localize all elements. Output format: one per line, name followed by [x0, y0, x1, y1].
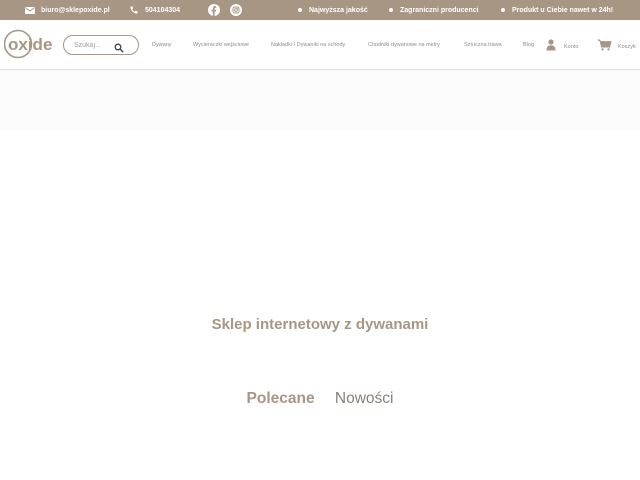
feature-quality: Najwyższa jakość [298, 0, 368, 20]
oxide-logo[interactable]: oxide [3, 27, 62, 63]
tab-nowosci[interactable]: Nowości [335, 390, 394, 408]
account-label: Konto [564, 44, 579, 50]
cart-icon [597, 38, 612, 56]
main-header: oxide Dywany Wycieraczki wejściowe Nakła… [0, 20, 640, 70]
nav-item-wycieraczki[interactable]: Wycieraczki wejściowe [193, 20, 249, 70]
product-tabs: Polecane Nowości [0, 390, 640, 408]
bullet-icon [501, 8, 505, 12]
instagram-icon[interactable] [229, 3, 243, 17]
email-text: biuro@sklepoxide.pl [41, 6, 110, 14]
user-icon [546, 38, 556, 56]
search-icon[interactable] [114, 40, 124, 53]
feature-delivery: Produkt u Ciebie nawet w 24h! [501, 0, 613, 20]
nav-item-sztuczna-trawa[interactable]: Sztuczna trawa [464, 20, 502, 70]
phone-text: 504104304 [145, 6, 181, 14]
tab-polecane[interactable]: Polecane [247, 390, 315, 408]
email-link[interactable]: biuro@sklepoxide.pl [25, 0, 110, 20]
bullet-icon [298, 8, 302, 12]
nav-item-dywany[interactable]: Dywany [152, 20, 172, 70]
feature-text: Najwyższa jakość [309, 6, 368, 14]
phone-icon [130, 6, 138, 14]
envelope-icon [25, 6, 35, 14]
hero-banner [0, 71, 640, 131]
nav-item-nakladki[interactable]: Nakładki / Dywaniki na schody [271, 20, 345, 70]
account-link[interactable]: Konto [546, 38, 578, 56]
search-box [63, 35, 139, 55]
nav-item-chodniki[interactable]: Chodniki dywanowe na metry [368, 20, 440, 70]
cart-label: Koszyk [618, 44, 636, 50]
phone-link[interactable]: 504104304 [130, 0, 180, 20]
feature-text: Zagraniczni producenci [400, 6, 479, 14]
section-title: Sklep internetowy z dywanami [211, 316, 429, 333]
nav-item-blog[interactable]: Blog [523, 20, 534, 70]
top-info-bar: biuro@sklepoxide.pl 504104304 Najwyższa … [0, 0, 640, 20]
cart-link[interactable]: Koszyk [597, 38, 636, 56]
logo-text: oxide [8, 35, 52, 54]
feature-producers: Zagraniczni producenci [389, 0, 479, 20]
facebook-icon[interactable] [207, 3, 221, 17]
feature-text: Produkt u Ciebie nawet w 24h! [512, 6, 614, 14]
bullet-icon [389, 8, 393, 12]
